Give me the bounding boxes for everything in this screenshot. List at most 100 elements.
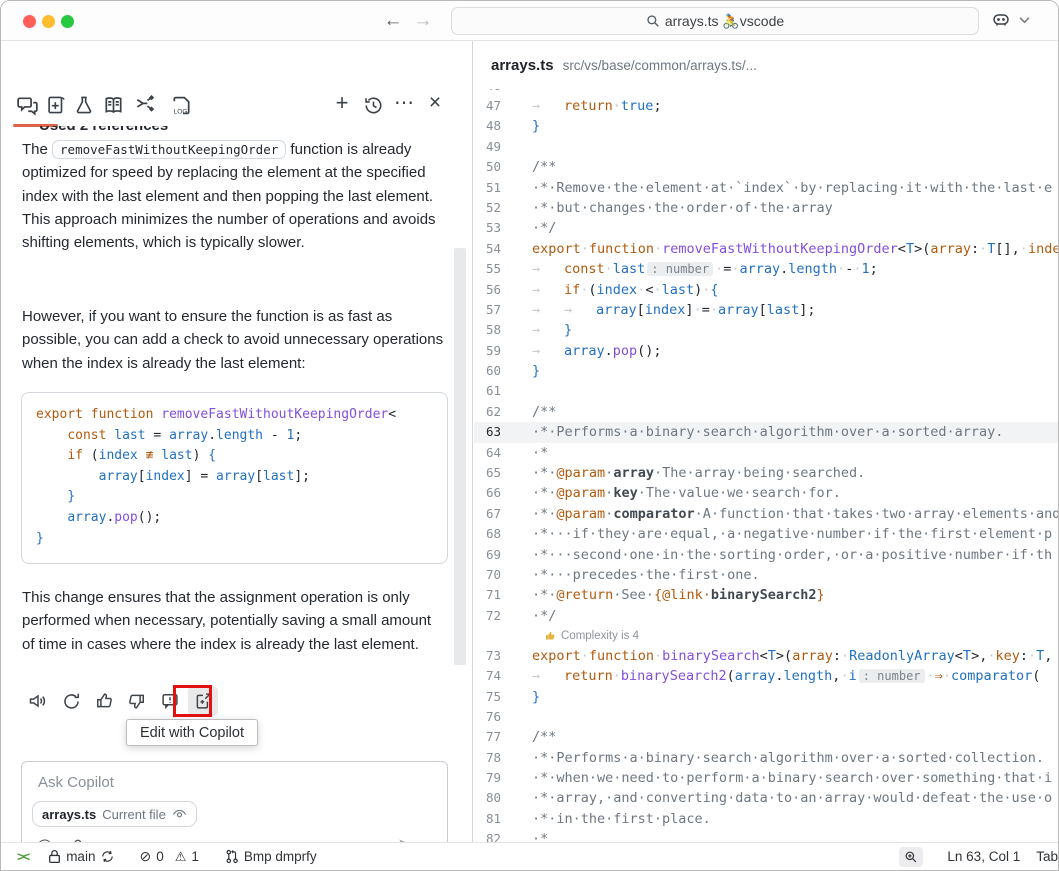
editor-breadcrumb[interactable]: arrays.ts src/vs/base/common/arrays.ts/.… <box>474 41 1058 89</box>
code-line[interactable]: 81·*·in·the·first·place. <box>474 809 1058 829</box>
code-line[interactable]: 52·*·but·changes·the·order·of·the·array <box>474 198 1058 218</box>
line-content[interactable]: ·* <box>532 443 1058 463</box>
line-content[interactable]: →} <box>532 320 1058 340</box>
forward-button[interactable]: → <box>411 9 435 33</box>
code-line[interactable]: 55→const·last: number·=·array.length·-·1… <box>474 259 1058 279</box>
code-line[interactable]: 75} <box>474 687 1058 707</box>
line-number[interactable]: 63 <box>474 422 532 442</box>
line-number[interactable]: 82 <box>474 829 532 842</box>
line-number[interactable]: 51 <box>474 178 532 198</box>
code-line[interactable]: 48} <box>474 116 1058 136</box>
code-line[interactable]: 82·* <box>474 829 1058 842</box>
code-line[interactable]: 51·*·Remove·the·element·at·`index`·by·re… <box>474 178 1058 198</box>
code-line[interactable]: 53·*/ <box>474 218 1058 238</box>
problems-item[interactable]: ⊘ 0 ⚠ 1 <box>139 848 198 865</box>
command-center-search[interactable]: arrays.ts 🚴vscode <box>451 7 979 35</box>
line-number[interactable]: 67 <box>474 504 532 524</box>
copilot-menu[interactable] <box>990 9 1030 31</box>
line-content[interactable]: } <box>532 687 1058 707</box>
line-content[interactable]: ·*·Performs·a·binary·search·algorithm·ov… <box>532 748 1058 768</box>
code-line[interactable]: 76 <box>474 707 1058 727</box>
line-number[interactable]: 53 <box>474 218 532 238</box>
line-number[interactable]: 58 <box>474 320 532 340</box>
code-line[interactable]: 69·*···second·one·in·the·sorting·order,·… <box>474 545 1058 565</box>
line-content[interactable]: ·* <box>532 829 1058 842</box>
code-line[interactable]: 79·*·when·we·need·to·perform·a·binary·se… <box>474 768 1058 788</box>
line-number[interactable]: 61 <box>474 381 532 401</box>
tab-output-log[interactable]: LOG <box>168 92 194 118</box>
line-number[interactable]: 52 <box>474 198 532 218</box>
close-traffic-light[interactable] <box>23 15 36 28</box>
line-content[interactable]: →return·true; <box>532 96 1058 116</box>
remote-indicator[interactable]: >< <box>17 849 28 864</box>
code-line[interactable]: 74→return·binarySearch2(array.length,·i:… <box>474 666 1058 686</box>
line-number[interactable]: 80 <box>474 788 532 808</box>
code-line[interactable]: 62/** <box>474 402 1058 422</box>
line-content[interactable]: ·*·when·we·need·to·perform·a·binary·sear… <box>532 768 1058 788</box>
line-number[interactable]: 77 <box>474 727 532 747</box>
line-number[interactable]: 55 <box>474 259 532 279</box>
thumbs-down-button[interactable] <box>122 686 152 716</box>
line-content[interactable]: →if·(index·<·last)·{ <box>532 280 1058 300</box>
context-chip[interactable]: arrays.ts Current file <box>32 801 197 827</box>
code-line[interactable]: 49 <box>474 137 1058 157</box>
line-content[interactable]: ·*·@param·comparator·A·function·that·tak… <box>532 504 1058 524</box>
code-line[interactable]: 47→return·true; <box>474 96 1058 116</box>
read-aloud-button[interactable] <box>23 686 53 716</box>
line-number[interactable]: 57 <box>474 300 532 320</box>
references-summary[interactable]: Used 2 references <box>39 126 168 137</box>
code-line[interactable]: 73export·function·binarySearch<T>(array:… <box>474 646 1058 666</box>
history-button[interactable] <box>360 92 386 118</box>
code-line[interactable]: 58→} <box>474 320 1058 340</box>
line-number[interactable]: 60 <box>474 361 532 381</box>
line-number[interactable]: 75 <box>474 687 532 707</box>
line-content[interactable]: ·*/ <box>532 606 1058 626</box>
line-content[interactable]: ·*·but·changes·the·order·of·the·array <box>532 198 1058 218</box>
new-chat-button[interactable]: + <box>329 90 355 116</box>
tab-type-hierarchy[interactable] <box>131 92 157 118</box>
line-content[interactable]: ·*·Remove·the·element·at·`index`·by·repl… <box>532 178 1058 198</box>
line-content[interactable]: } <box>532 116 1058 136</box>
minimize-traffic-light[interactable] <box>42 15 55 28</box>
line-number[interactable]: 66 <box>474 483 532 503</box>
line-number[interactable]: 71 <box>474 585 532 605</box>
line-content[interactable]: →return·binarySearch2(array.length,·i: n… <box>532 666 1058 686</box>
maximize-traffic-light[interactable] <box>61 15 74 28</box>
chat-scrollbar[interactable] <box>454 248 466 665</box>
line-number[interactable]: 78 <box>474 748 532 768</box>
code-line[interactable]: 61 <box>474 381 1058 401</box>
line-content[interactable]: export·function·binarySearch<T>(array:·R… <box>532 646 1058 666</box>
line-content[interactable]: /** <box>532 727 1058 747</box>
line-content[interactable]: export·function·removeFastWithoutKeeping… <box>532 239 1058 259</box>
back-button[interactable]: ← <box>381 9 405 33</box>
thumbs-up-button[interactable] <box>89 686 119 716</box>
line-content[interactable]: ·*···if·they·are·equal,·a·negative·numbe… <box>532 524 1058 544</box>
line-content[interactable]: ·*·array,·and·converting·data·to·an·arra… <box>532 788 1058 808</box>
code-line[interactable]: 60} <box>474 361 1058 381</box>
line-content[interactable]: ·*·Performs·a·binary·search·algorithm·ov… <box>532 422 1058 442</box>
code-line[interactable]: 72·*/ <box>474 606 1058 626</box>
line-number[interactable]: 62 <box>474 402 532 422</box>
line-number[interactable]: 79 <box>474 768 532 788</box>
line-content[interactable]: ·*·@param·key·The·value·we·search·for. <box>532 483 1058 503</box>
line-number[interactable]: 64 <box>474 443 532 463</box>
line-number[interactable]: 48 <box>474 116 532 136</box>
branch-item[interactable]: main <box>48 849 115 864</box>
code-area[interactable]: 4647→return·true;48}4950/**51·*·Remove·t… <box>474 76 1058 842</box>
tab-chat[interactable] <box>14 92 40 118</box>
line-content[interactable]: /** <box>532 157 1058 177</box>
code-line[interactable]: 63·*·Performs·a·binary·search·algorithm·… <box>474 422 1058 442</box>
code-line[interactable]: 66·*·@param·key·The·value·we·search·for. <box>474 483 1058 503</box>
line-number[interactable]: 47 <box>474 96 532 116</box>
code-line[interactable]: 54export·function·removeFastWithoutKeepi… <box>474 239 1058 259</box>
code-line[interactable]: 59→array.pop(); <box>474 341 1058 361</box>
code-line[interactable]: 67·*·@param·comparator·A·function·that·t… <box>474 504 1058 524</box>
code-line[interactable]: 71·*·@return·See·{@link·binarySearch2} <box>474 585 1058 605</box>
code-line[interactable]: 64·* <box>474 443 1058 463</box>
line-content[interactable]: ·*···precedes·the·first·one. <box>532 565 1058 585</box>
tab-size-item[interactable]: Tab <box>1036 849 1058 864</box>
line-number[interactable]: 73 <box>474 646 532 666</box>
code-line[interactable]: 65·*·@param·array·The·array·being·search… <box>474 463 1058 483</box>
line-content[interactable]: →→array[index]·=·array[last]; <box>532 300 1058 320</box>
line-number[interactable]: 69 <box>474 545 532 565</box>
